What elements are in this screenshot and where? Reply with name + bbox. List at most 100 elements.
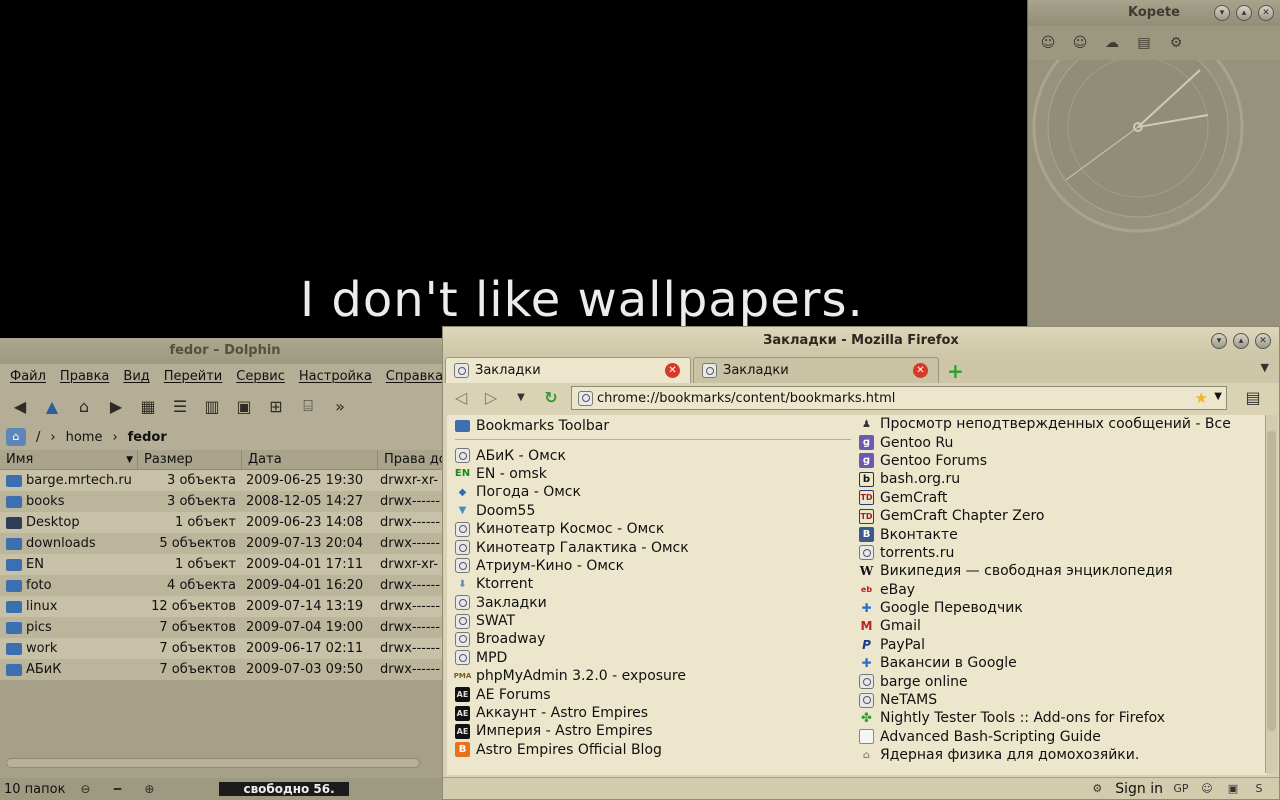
forward-icon[interactable]: ▷ (481, 388, 501, 408)
bookmark-item[interactable]: Кинотеатр Космос - Омск (455, 520, 851, 538)
menu-go[interactable]: Перейти (164, 369, 223, 384)
column-permissions[interactable]: Права до (378, 450, 450, 469)
back-icon[interactable]: ◁ (451, 388, 471, 408)
bookmark-item[interactable]: torrents.ru (859, 544, 1267, 562)
new-tab-icon[interactable]: + (947, 359, 964, 383)
zoom-out-icon[interactable]: ⊖ (73, 777, 97, 800)
maximize-button[interactable]: ▴ (1233, 333, 1249, 349)
home-icon[interactable]: ⌂ (72, 394, 96, 418)
bookmark-item[interactable]: ⌂ Ядерная физика для домохозяйки. (859, 746, 1267, 764)
zoom-slider-icon[interactable]: ━ (105, 777, 129, 800)
bookmark-item[interactable]: AE Империя - Astro Empires (455, 722, 851, 740)
bookmark-star-icon[interactable]: ★ (1195, 389, 1208, 407)
close-button[interactable]: ✕ (1255, 333, 1271, 349)
column-date[interactable]: Дата (242, 450, 378, 469)
tab-bookmarks-2[interactable]: Закладки ✕ (693, 357, 939, 383)
menu-file[interactable]: Файл (10, 369, 46, 384)
bookmark-item[interactable]: ✤ Nightly Tester Tools :: Add-ons for Fir… (859, 709, 1267, 727)
gp-icon[interactable]: GP (1173, 781, 1189, 797)
settings-icon[interactable]: ⚙ (1166, 33, 1186, 53)
bookmark-item[interactable]: SWAT (455, 612, 851, 630)
history-dropdown-icon[interactable]: ▼ (511, 388, 531, 408)
bookmark-toolbar-folder[interactable]: Bookmarks Toolbar (455, 417, 851, 435)
table-row[interactable]: pics 7 объектов 2009-07-04 19:00 drwx------ (0, 617, 450, 638)
bookmark-item[interactable]: ◆ Погода - Омск (455, 483, 851, 501)
table-row[interactable]: downloads 5 объектов 2009-07-13 20:04 drwx-… (0, 533, 450, 554)
bookmark-item[interactable]: ✚ Google Переводчик (859, 599, 1267, 617)
bookmark-item[interactable]: ♟ Просмотр неподтвержденных сообщений - В… (859, 415, 1267, 433)
status-icon[interactable]: ☺ (1199, 781, 1215, 797)
bookmark-item[interactable]: Кинотеатр Галактика - Омск (455, 538, 851, 556)
menu-view[interactable]: Вид (123, 369, 149, 384)
menu-tools[interactable]: Сервис (236, 369, 285, 384)
scrollbar-thumb[interactable] (1267, 431, 1276, 731)
table-row[interactable]: barge.mrtech.ru 3 объекта 2009-06-25 19:30… (0, 470, 450, 491)
bookmark-item[interactable]: g Gentoo Ru (859, 433, 1267, 451)
bookmark-item[interactable]: ⬇ Ktorrent (455, 575, 851, 593)
bookmark-item[interactable]: barge online (859, 672, 1267, 690)
addon-icon[interactable]: ⚙ (1089, 781, 1105, 797)
up-icon[interactable]: ▲ (40, 394, 64, 418)
table-row[interactable]: linux 12 объектов 2009-07-14 13:19 drwx----… (0, 596, 450, 617)
tab-bookmarks-1[interactable]: Закладки ✕ (445, 357, 691, 383)
table-row[interactable]: АБиК 7 объектов 2009-07-03 09:50 drwx------ (0, 659, 450, 680)
tab-list-icon[interactable]: ▼ (1261, 361, 1269, 374)
file-icon[interactable]: ▤ (1134, 33, 1154, 53)
bookmark-item[interactable]: W Википедия — свободная энциклопедия (859, 562, 1267, 580)
s-icon[interactable]: S (1251, 781, 1267, 797)
bookmark-item[interactable]: AE Аккаунт - Astro Empires (455, 704, 851, 722)
monitor-icon[interactable]: ▣ (1225, 781, 1241, 797)
menu-help[interactable]: Справка (386, 369, 443, 384)
url-dropdown-icon[interactable]: ▼ (1214, 391, 1222, 402)
columns-view-icon[interactable]: ▥ (200, 394, 224, 418)
bookmark-item[interactable]: АБиК - Омск (455, 446, 851, 464)
table-row[interactable]: foto 4 объекта 2009-04-01 16:20 drwx------ (0, 575, 450, 596)
icons-view-icon[interactable]: ▦ (136, 394, 160, 418)
maximize-button[interactable]: ▴ (1236, 5, 1252, 21)
split-icon[interactable]: ⊞ (264, 394, 288, 418)
add-contact-icon[interactable]: ☺ (1070, 33, 1090, 53)
url-bar[interactable]: ★ ▼ (571, 386, 1227, 410)
table-row[interactable]: Desktop 1 объект 2009-06-23 14:08 drwx-----… (0, 512, 450, 533)
back-icon[interactable]: ◀ (8, 394, 32, 418)
bookmark-item[interactable]: eb eBay (859, 581, 1267, 599)
bookmark-item[interactable]: ✚ Вакансии в Google (859, 654, 1267, 672)
bookmark-item[interactable]: Атриум-Кино - Омск (455, 557, 851, 575)
menu-edit[interactable]: Правка (60, 369, 109, 384)
bookmark-item[interactable]: b bash.org.ru (859, 470, 1267, 488)
close-tab-icon[interactable]: ✕ (913, 363, 928, 378)
bookmark-item[interactable]: AE AE Forums (455, 685, 851, 703)
preview-icon[interactable]: ▣ (232, 394, 256, 418)
bookmark-item[interactable]: ▼ Doom55 (455, 502, 851, 520)
reload-icon[interactable]: ↻ (541, 388, 561, 408)
bookmarks-menu-icon[interactable]: ▤ (1243, 388, 1263, 408)
table-row[interactable]: EN 1 объект 2009-04-01 17:11 drwxr-xr- (0, 554, 450, 575)
bookmark-item[interactable]: Broadway (455, 630, 851, 648)
bookmark-item[interactable]: Закладки (455, 594, 851, 612)
bookmark-item[interactable]: P PayPal (859, 636, 1267, 654)
bookmark-item[interactable]: TD GemCraft (859, 489, 1267, 507)
bookmark-item[interactable]: MPD (455, 649, 851, 667)
horizontal-scrollbar[interactable] (6, 758, 420, 768)
bookmark-item[interactable]: PMA phpMyAdmin 3.2.0 - exposure (454, 667, 851, 685)
sign-in-link[interactable]: Sign in (1115, 781, 1163, 797)
menu-settings[interactable]: Настройка (299, 369, 372, 384)
breadcrumb-home[interactable]: home (66, 430, 103, 445)
more-icon[interactable]: » (328, 394, 352, 418)
breadcrumb-current[interactable]: fedor (128, 430, 167, 445)
details-view-icon[interactable]: ☰ (168, 394, 192, 418)
bookmark-item[interactable]: M Gmail (859, 617, 1267, 635)
url-input[interactable] (597, 390, 1187, 406)
cloud-icon[interactable]: ☁ (1102, 33, 1122, 53)
bookmark-item[interactable]: g Gentoo Forums (859, 452, 1267, 470)
status-icon[interactable]: ☺ (1038, 33, 1058, 53)
minimize-button[interactable]: ▾ (1211, 333, 1227, 349)
bookmark-item[interactable]: B Вконтакте (859, 525, 1267, 543)
column-name[interactable]: Имя ▼ (0, 450, 138, 469)
close-tab-icon[interactable]: ✕ (665, 363, 680, 378)
forward-icon[interactable]: ▶ (104, 394, 128, 418)
zoom-in-icon[interactable]: ⊕ (137, 777, 161, 800)
bookmark-item[interactable]: EN EN - omsk (455, 465, 851, 483)
bookmark-item[interactable]: TD GemCraft Chapter Zero (859, 507, 1267, 525)
table-row[interactable]: work 7 объектов 2009-06-17 02:11 drwx------ (0, 638, 450, 659)
